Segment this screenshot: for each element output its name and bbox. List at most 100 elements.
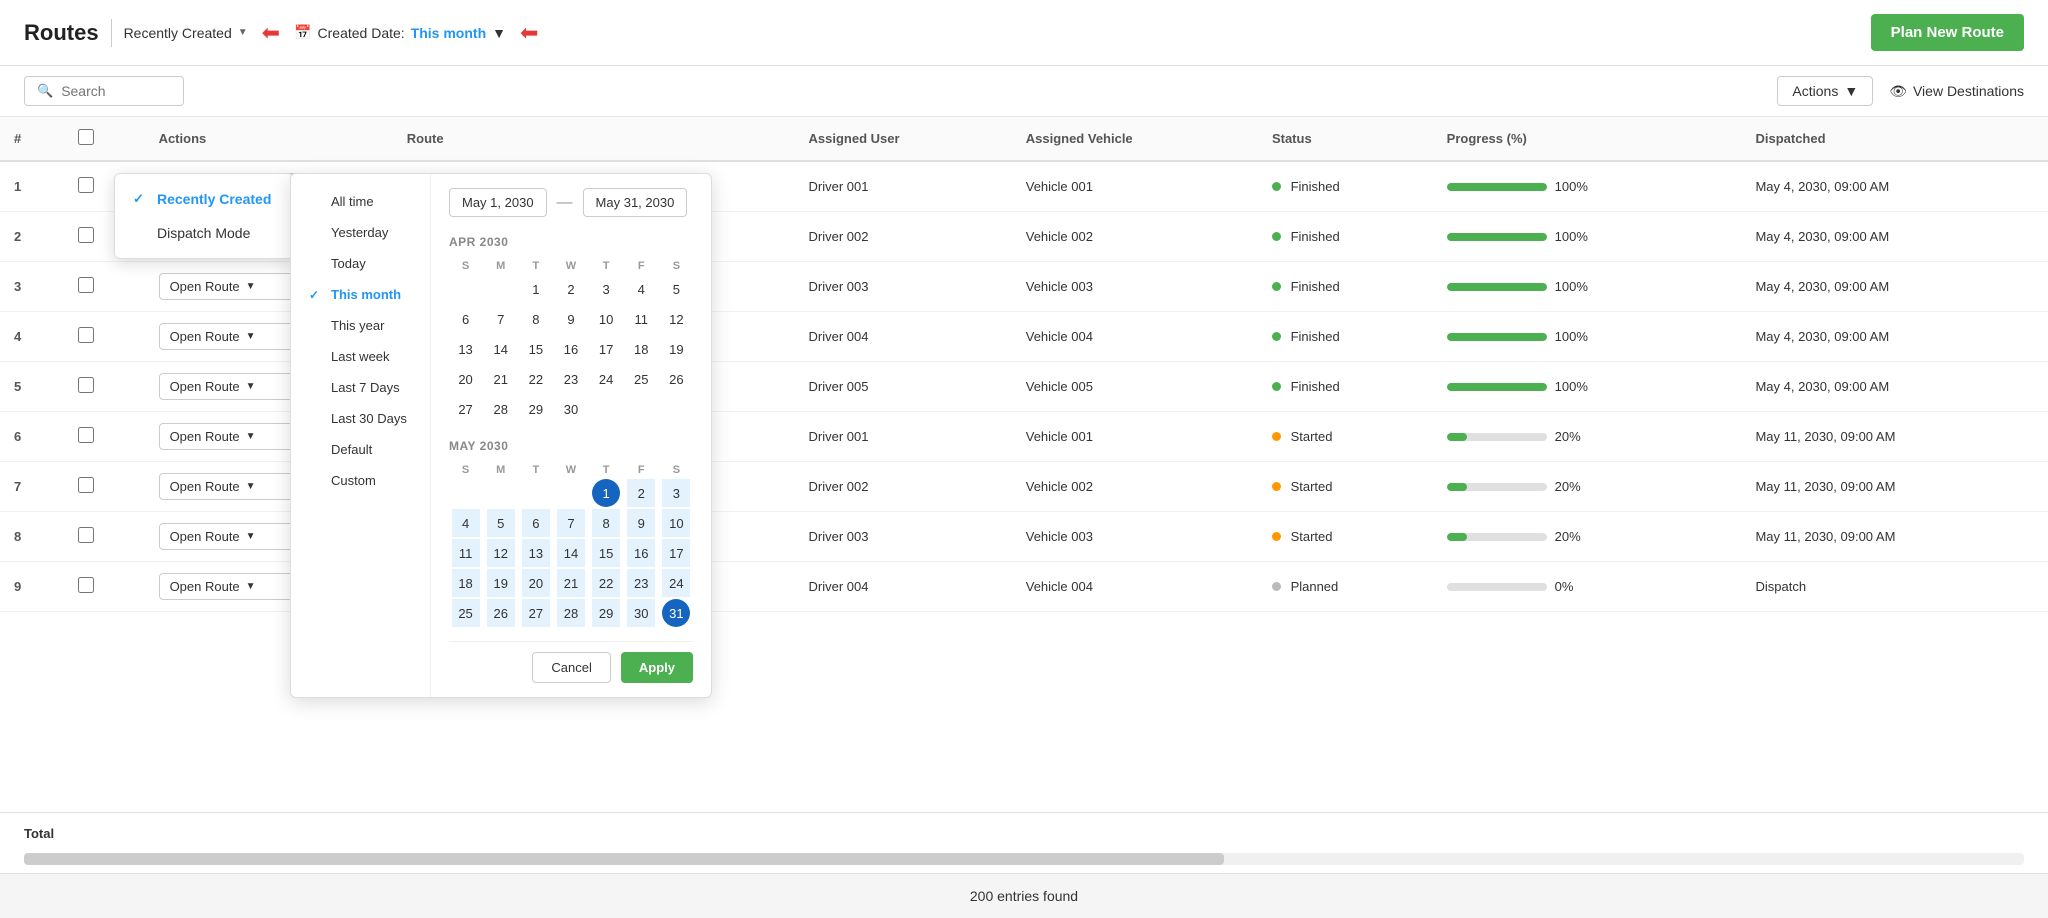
- row-checkbox[interactable]: [78, 227, 94, 243]
- cal-day-cell[interactable]: 22: [522, 365, 550, 393]
- cal-day-cell[interactable]: 23: [557, 365, 585, 393]
- cal-day-cell[interactable]: 26: [487, 599, 515, 627]
- sort-menu-item-dispatch-mode[interactable]: Dispatch Mode: [115, 216, 293, 250]
- scroll-bar[interactable]: [24, 853, 2024, 865]
- cal-day-cell[interactable]: 18: [627, 335, 655, 363]
- cal-day-cell[interactable]: 5: [662, 275, 690, 303]
- row-checkbox[interactable]: [78, 277, 94, 293]
- cal-day-cell[interactable]: 2: [627, 479, 655, 507]
- date-option-last-7-days[interactable]: Last 7 Days: [291, 372, 430, 403]
- cal-day-cell[interactable]: 21: [487, 365, 515, 393]
- cal-day-cell[interactable]: 29: [522, 395, 550, 423]
- cal-day-cell[interactable]: 1: [592, 479, 620, 507]
- cal-day-cell[interactable]: 7: [557, 509, 585, 537]
- cal-day-cell[interactable]: 22: [592, 569, 620, 597]
- cal-day-cell[interactable]: 19: [662, 335, 690, 363]
- view-destinations-button[interactable]: 👁 View Destinations: [1889, 83, 2024, 100]
- calendar-cancel-button[interactable]: Cancel: [532, 652, 610, 683]
- cal-day-cell[interactable]: 13: [452, 335, 480, 363]
- cal-day-cell[interactable]: 11: [627, 305, 655, 333]
- cal-day-cell[interactable]: 18: [452, 569, 480, 597]
- row-checkbox[interactable]: [78, 427, 94, 443]
- cal-day-cell[interactable]: 25: [627, 365, 655, 393]
- cal-day-cell[interactable]: 31: [662, 599, 690, 627]
- date-option-last-30-days[interactable]: Last 30 Days: [291, 403, 430, 434]
- cal-day-cell[interactable]: 17: [592, 335, 620, 363]
- calendar-apply-button[interactable]: Apply: [621, 652, 693, 683]
- sort-menu[interactable]: ✓ Recently Created Dispatch Mode: [114, 173, 294, 259]
- select-all-checkbox[interactable]: [78, 129, 94, 145]
- cal-day-cell[interactable]: 5: [487, 509, 515, 537]
- cal-day-cell[interactable]: 13: [522, 539, 550, 567]
- cal-day-cell[interactable]: 19: [487, 569, 515, 597]
- date-option-default[interactable]: Default: [291, 434, 430, 465]
- cal-day-cell[interactable]: 20: [452, 365, 480, 393]
- start-date-input[interactable]: May 1, 2030: [449, 188, 547, 217]
- cal-day-cell[interactable]: 3: [662, 479, 690, 507]
- sort-menu-item-recently-created[interactable]: ✓ Recently Created: [115, 182, 293, 216]
- sort-dropdown[interactable]: Recently Created ▼: [124, 25, 248, 41]
- cal-day-cell[interactable]: 27: [522, 599, 550, 627]
- cal-day-cell[interactable]: 11: [452, 539, 480, 567]
- cal-day-cell[interactable]: 9: [627, 509, 655, 537]
- date-option-last-week[interactable]: Last week: [291, 341, 430, 372]
- cal-day-cell[interactable]: 28: [557, 599, 585, 627]
- cal-day-cell[interactable]: 1: [522, 275, 550, 303]
- cal-day-cell[interactable]: 14: [487, 335, 515, 363]
- cal-day-cell[interactable]: 24: [592, 365, 620, 393]
- cal-day-cell[interactable]: 16: [557, 335, 585, 363]
- date-option-all-time[interactable]: All time: [291, 186, 430, 217]
- cal-day-cell[interactable]: 7: [487, 305, 515, 333]
- cal-day-cell[interactable]: 10: [662, 509, 690, 537]
- cal-day-cell[interactable]: 6: [452, 305, 480, 333]
- search-box[interactable]: 🔍: [24, 76, 184, 106]
- cal-day-cell[interactable]: 9: [557, 305, 585, 333]
- cal-day-cell[interactable]: 30: [557, 395, 585, 423]
- row-checkbox[interactable]: [78, 577, 94, 593]
- cal-day-cell[interactable]: 12: [662, 305, 690, 333]
- cal-day-cell[interactable]: 16: [627, 539, 655, 567]
- cal-day-cell[interactable]: 4: [627, 275, 655, 303]
- cal-day-cell[interactable]: 24: [662, 569, 690, 597]
- date-option-custom[interactable]: Custom: [291, 465, 430, 496]
- search-input[interactable]: [61, 83, 161, 99]
- cal-day-cell[interactable]: 14: [557, 539, 585, 567]
- row-checkbox[interactable]: [78, 477, 94, 493]
- route-label: Open Route: [170, 329, 240, 344]
- plan-route-button[interactable]: Plan New Route: [1871, 14, 2024, 51]
- cal-day-cell[interactable]: 21: [557, 569, 585, 597]
- cal-day-cell[interactable]: 2: [557, 275, 585, 303]
- row-checkbox[interactable]: [78, 527, 94, 543]
- cal-day-cell[interactable]: 20: [522, 569, 550, 597]
- date-filter[interactable]: 📅 Created Date: This month ▼: [294, 24, 506, 41]
- actions-chevron-icon: ▼: [1844, 83, 1858, 99]
- cal-day-cell[interactable]: 23: [627, 569, 655, 597]
- date-option-today[interactable]: Today: [291, 248, 430, 279]
- cal-day-cell[interactable]: 12: [487, 539, 515, 567]
- end-date-input[interactable]: May 31, 2030: [583, 188, 688, 217]
- cal-empty-cell: [662, 395, 690, 423]
- cal-day-cell[interactable]: 27: [452, 395, 480, 423]
- cal-day-cell[interactable]: 26: [662, 365, 690, 393]
- row-checkbox[interactable]: [78, 177, 94, 193]
- row-checkbox[interactable]: [78, 377, 94, 393]
- date-option-yesterday[interactable]: Yesterday: [291, 217, 430, 248]
- cal-day-cell[interactable]: 8: [592, 509, 620, 537]
- cal-day-cell[interactable]: 8: [522, 305, 550, 333]
- date-option-this-month[interactable]: ✓ This month: [291, 279, 430, 310]
- cal-day-cell[interactable]: 10: [592, 305, 620, 333]
- row-checkbox[interactable]: [78, 327, 94, 343]
- actions-button[interactable]: Actions ▼: [1777, 76, 1873, 106]
- cal-day-cell[interactable]: 3: [592, 275, 620, 303]
- cal-day-cell[interactable]: 29: [592, 599, 620, 627]
- status-dot: [1272, 482, 1281, 491]
- cal-day-cell[interactable]: 28: [487, 395, 515, 423]
- cal-day-cell[interactable]: 30: [627, 599, 655, 627]
- cal-day-cell[interactable]: 15: [592, 539, 620, 567]
- cal-day-cell[interactable]: 17: [662, 539, 690, 567]
- cal-day-cell[interactable]: 6: [522, 509, 550, 537]
- cal-day-cell[interactable]: 25: [452, 599, 480, 627]
- cal-day-cell[interactable]: 15: [522, 335, 550, 363]
- cal-day-cell[interactable]: 4: [452, 509, 480, 537]
- date-option-this-year[interactable]: This year: [291, 310, 430, 341]
